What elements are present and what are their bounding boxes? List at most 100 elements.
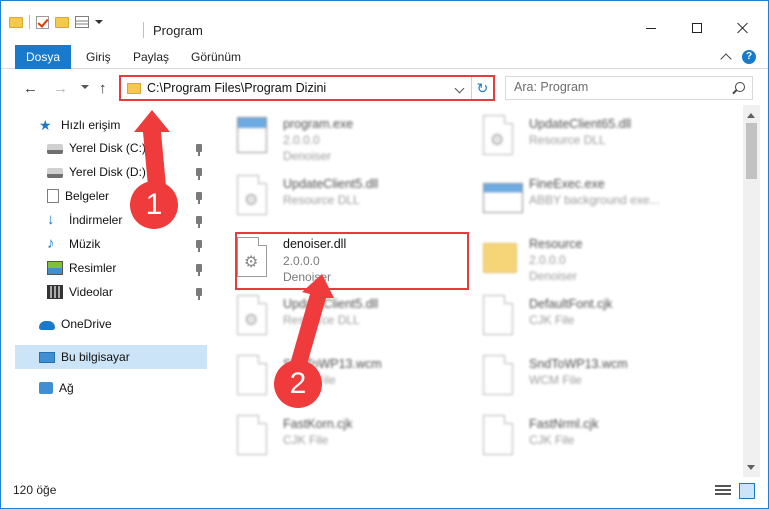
maximize-button[interactable] (674, 15, 720, 41)
video-icon (47, 285, 63, 299)
drive-icon (47, 168, 63, 178)
sidebar-item-videos[interactable]: Videolar (47, 281, 113, 303)
sidebar-item-downloads[interactable]: ↓ İndirmeler (47, 209, 122, 231)
collapse-ribbon-icon[interactable] (720, 53, 732, 65)
file-tile[interactable]: FastKorn.cjk CJK File (237, 411, 477, 467)
file-tile[interactable]: DefaultFont.cjk CJK File (483, 291, 723, 347)
back-arrow-icon[interactable]: ← (23, 80, 38, 97)
details-view-icon[interactable] (715, 485, 731, 497)
file-detail: CJK File (283, 433, 329, 447)
help-icon[interactable]: ? (742, 50, 756, 64)
file-detail: 2.0.0.0 (529, 253, 566, 267)
star-icon: ★ (39, 117, 52, 133)
cloud-icon (39, 321, 55, 330)
file-tile[interactable]: Resource 2.0.0.0 Denoiser (483, 231, 723, 287)
pin-icon (196, 288, 202, 300)
sidebar-item-music[interactable]: ♪ Müzik (47, 233, 100, 255)
file-detail: Resource DLL (283, 193, 360, 207)
file-tile[interactable]: SndToWP13.wcm WCM File (237, 351, 477, 407)
ribbon-right-controls: ? (720, 50, 756, 65)
computer-icon (39, 351, 55, 363)
minimize-button[interactable] (628, 15, 674, 41)
recent-locations-icon[interactable] (81, 85, 89, 89)
file-tile[interactable]: UpdateClient5.dll Resource DLL (237, 171, 477, 227)
maximize-icon (692, 23, 702, 33)
search-input[interactable] (514, 80, 724, 94)
file-name: FineExec.exe (529, 177, 605, 191)
sidebar-item-label: Resimler (69, 261, 117, 275)
file-detail: 2.0.0.0 (283, 133, 320, 147)
tab-view[interactable]: Görünüm (191, 45, 241, 69)
exe-file-icon (483, 175, 523, 219)
scroll-down-icon[interactable] (747, 465, 755, 470)
address-dropdown-icon[interactable] (454, 83, 465, 94)
pin-icon (196, 192, 202, 204)
sidebar-item-documents[interactable]: Belgeler (47, 185, 109, 207)
tab-share[interactable]: Paylaş (133, 45, 169, 69)
file-name: Resource (529, 237, 583, 251)
file-tile[interactable]: FineExec.exe ABBY background exe... (483, 171, 723, 227)
file-tile[interactable]: UpdateClient65.dll Resource DLL (483, 111, 723, 167)
file-detail: Resource DLL (283, 313, 360, 327)
dll-file-icon[interactable] (237, 237, 267, 277)
scroll-thumb[interactable] (746, 123, 757, 179)
file-tile[interactable]: UpdateClient5.dll Resource DLL (237, 291, 477, 347)
customize-dropdown-icon[interactable] (95, 20, 103, 24)
file-detail: Resource DLL (529, 133, 606, 147)
file-tile[interactable]: program.exe 2.0.0.0 Denoiser (237, 111, 477, 167)
sidebar-item-label: Yerel Disk (C:) (69, 141, 146, 155)
file-name: UpdateClient5.dll (283, 297, 379, 311)
sidebar-item-label: Belgeler (65, 189, 110, 203)
selected-file-name[interactable]: denoiser.dll (283, 237, 346, 251)
pictures-icon (47, 261, 63, 275)
file-name: SndToWP13.wcm (529, 357, 628, 371)
scroll-up-icon[interactable] (747, 113, 755, 118)
sidebar-item-pictures[interactable]: Resimler (47, 257, 116, 279)
selected-file-version: 2.0.0.0 (283, 254, 320, 268)
sidebar-item-local-disk-c[interactable]: Yerel Disk (C:) (47, 137, 146, 159)
tab-home[interactable]: Giriş (86, 45, 111, 69)
window-title: Program (153, 23, 203, 38)
dll-file-icon (237, 175, 273, 219)
address-bar[interactable]: C:\Program Files\Program Dizini ↻ (119, 75, 495, 101)
explorer-window: Program Dosya Giriş Paylaş Görünüm ? ← →… (0, 0, 769, 509)
file-name: FastNrml.cjk (529, 417, 599, 431)
file-name: DefaultFont.cjk (529, 297, 613, 311)
sidebar-item-quick-access[interactable]: ★ Hızlı erişim (39, 114, 120, 136)
sidebar-item-local-disk-d[interactable]: Yerel Disk (D:) (47, 161, 146, 183)
file-detail: Denoiser (283, 149, 332, 163)
quick-access-toolbar (9, 15, 103, 29)
vertical-scrollbar[interactable] (743, 105, 760, 477)
sidebar-item-network[interactable]: Ağ (39, 377, 74, 399)
properties-check-icon[interactable] (36, 15, 49, 29)
file-icon (237, 415, 273, 459)
refresh-icon[interactable]: ↻ (471, 77, 493, 99)
file-tile[interactable]: FastNrml.cjk CJK File (483, 411, 723, 467)
properties-icon[interactable] (75, 16, 89, 28)
folder-icon (483, 235, 519, 279)
sidebar-item-label: Videolar (69, 285, 113, 299)
pin-icon (196, 168, 202, 180)
file-icon (237, 115, 273, 159)
divider (29, 15, 30, 29)
title-bar: Program (1, 1, 768, 41)
documents-icon (47, 189, 59, 203)
pin-icon (196, 216, 202, 228)
file-detail: Denoiser (529, 269, 578, 283)
search-box[interactable] (505, 76, 753, 100)
file-icon (237, 355, 273, 399)
highlight-box (235, 232, 469, 290)
folder-icon[interactable] (9, 16, 23, 28)
forward-arrow-icon[interactable]: → (53, 80, 68, 97)
sidebar-item-this-pc[interactable]: Bu bilgisayar (39, 346, 130, 368)
search-icon[interactable] (735, 82, 745, 92)
tiles-view-icon[interactable] (739, 483, 755, 499)
up-arrow-icon[interactable]: ↑ (99, 80, 107, 97)
file-tile[interactable]: SndToWP13.wcm WCM File (483, 351, 723, 407)
step-2-badge: 2 (274, 360, 322, 408)
new-folder-icon[interactable] (55, 16, 69, 28)
tab-file[interactable]: Dosya (15, 45, 71, 69)
close-button[interactable] (720, 15, 766, 41)
address-path[interactable]: C:\Program Files\Program Dizini (147, 81, 326, 95)
sidebar-item-onedrive[interactable]: OneDrive (39, 313, 112, 335)
